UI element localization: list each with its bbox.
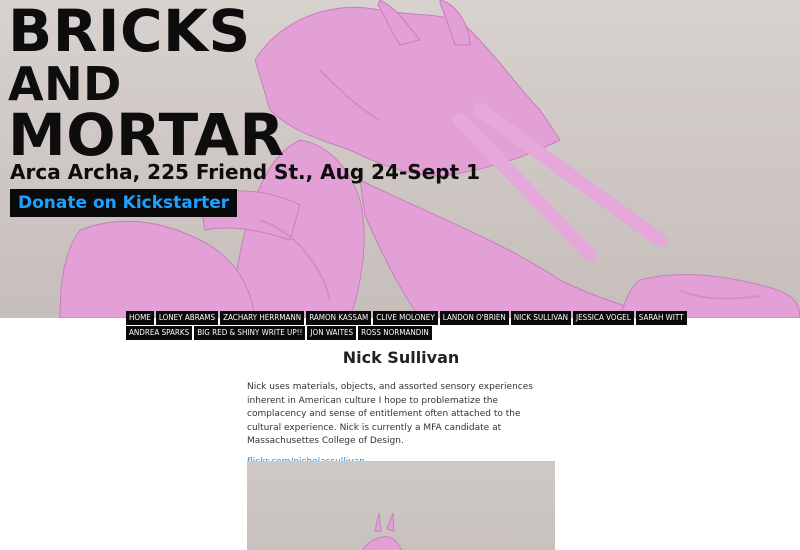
nav-item-andrea-sparks[interactable]: ANDREA SPARKS [126, 326, 193, 340]
nav-item-jon-waites[interactable]: JON WAITES [307, 326, 357, 340]
nav-item-big-red-shiny[interactable]: BIG RED & SHINY WRITE UP!! [194, 326, 306, 340]
nav-item-jessica-vogel[interactable]: JESSICA VOGEL [572, 311, 634, 325]
nav-item-ramon-kassam[interactable]: RAMON KASSAM [306, 311, 372, 325]
nav-item-ross-normandin[interactable]: ROSS NORMANDIN [358, 326, 432, 340]
nav-item-zachary-herrmann[interactable]: ZACHARY HERRMANN [220, 311, 305, 325]
nav-item-clive-moloney[interactable]: CLIVE MOLONEY [373, 311, 438, 325]
nav-row-2: ANDREA SPARKS BIG RED & SHINY WRITE UP!!… [126, 326, 686, 340]
artist-bio: Nick uses materials, objects, and assort… [247, 382, 533, 446]
site-title-line3: MORTAR [8, 101, 285, 169]
nav-item-loney-abrams[interactable]: LONEY ABRAMS [155, 311, 219, 325]
page-title: Nick Sullivan [342, 348, 460, 367]
sculpture-thumbnail [361, 512, 403, 550]
event-details: Arca Archa, 225 Friend St., Aug 24-Sept … [10, 160, 481, 184]
nav-row-1: HOME LONEY ABRAMS ZACHARY HERRMANN RAMON… [126, 311, 687, 325]
nav-item-nick-sullivan[interactable]: NICK SULLIVAN [510, 311, 571, 325]
hero-banner: BRICKS AND MORTAR Arca Archa, 225 Friend… [0, 0, 800, 318]
artist-content: Nick Sullivan Nick uses materials, objec… [247, 348, 555, 467]
main-nav: HOME LONEY ABRAMS ZACHARY HERRMANN RAMON… [126, 311, 687, 341]
nav-item-home[interactable]: HOME [126, 311, 154, 325]
nav-item-sarah-witt[interactable]: SARAH WITT [635, 311, 687, 325]
artwork-photo [247, 461, 555, 550]
nav-item-landon-obrien[interactable]: LANDON O'BRIEN [439, 311, 509, 325]
donate-kickstarter-button[interactable]: Donate on Kickstarter [10, 189, 238, 217]
site-title-line1: BRICKS [8, 0, 251, 65]
